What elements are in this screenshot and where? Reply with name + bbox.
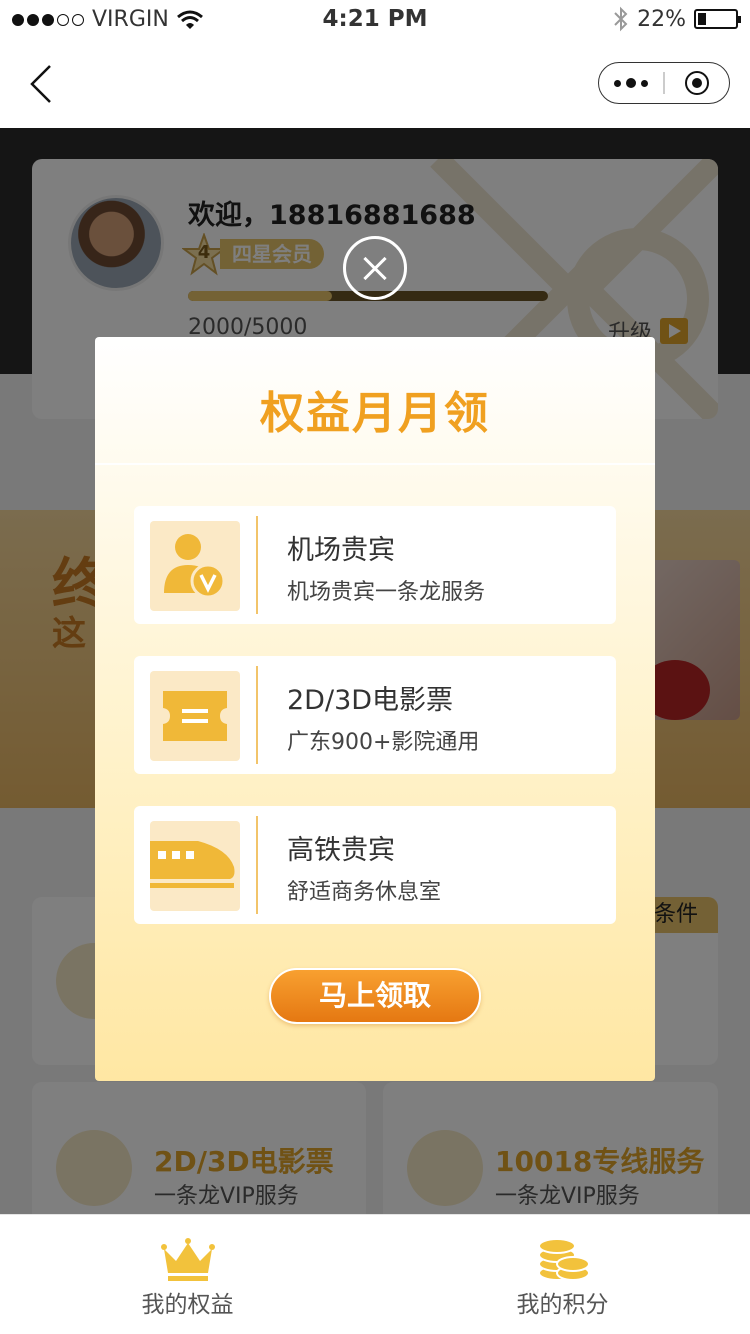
status-bar: VIRGIN 4:21 PM 22% — [0, 0, 750, 40]
benefit-item-train[interactable]: 高铁贵宾 舒适商务休息室 — [134, 806, 616, 924]
close-modal-button[interactable] — [343, 236, 407, 300]
bluetooth-icon — [614, 6, 628, 32]
ticket-icon — [163, 691, 227, 741]
benefit-title: 2D/3D电影票 — [287, 685, 454, 716]
benefit-item-airport[interactable]: 机场贵宾 机场贵宾一条龙服务 — [134, 506, 616, 624]
vip-person-icon — [164, 534, 226, 599]
more-dot — [614, 79, 622, 87]
train-icon — [150, 841, 235, 888]
benefit-description: 广东900+影院通用 — [287, 730, 480, 755]
benefit-icon-box — [150, 671, 240, 761]
more-menu-button[interactable] — [599, 63, 663, 103]
bottom-tab-bar: 我的权益 我的积分 — [0, 1214, 750, 1334]
modal-title: 权益月月领 — [260, 388, 490, 439]
mini-program-capsule — [598, 62, 730, 104]
benefit-icon-box — [150, 521, 240, 611]
status-right: 22% — [613, 6, 741, 32]
back-arrow-icon[interactable] — [24, 64, 64, 104]
tab-my-points[interactable]: 我的积分 — [375, 1215, 750, 1334]
close-mini-program-button[interactable] — [665, 63, 729, 103]
nav-bar — [0, 40, 750, 128]
benefit-description: 机场贵宾一条龙服务 — [287, 580, 486, 605]
more-dot — [641, 79, 649, 87]
benefit-separator — [256, 666, 258, 764]
tab-label: 我的权益 — [141, 1292, 234, 1318]
tab-label: 我的积分 — [516, 1292, 609, 1318]
modal-divider — [95, 463, 655, 465]
more-dot — [626, 78, 637, 88]
battery-level — [698, 13, 706, 25]
benefit-title: 机场贵宾 — [287, 535, 395, 566]
battery-percent: 22% — [637, 6, 686, 32]
tab-my-benefits[interactable]: 我的权益 — [0, 1215, 375, 1334]
claim-now-button[interactable]: 马上领取 — [269, 968, 481, 1024]
benefit-title: 高铁贵宾 — [287, 835, 395, 866]
benefit-description: 舒适商务休息室 — [287, 880, 442, 905]
benefits-modal: 权益月月领 机场贵宾 机场贵宾一条龙服务 2D/3D电影票 广东900+影院通用 — [95, 337, 655, 1081]
crown-icon — [160, 1238, 215, 1281]
benefit-separator — [256, 516, 258, 614]
target-icon — [684, 71, 709, 95]
benefit-icon-box — [150, 821, 240, 911]
coins-icon — [537, 1238, 590, 1281]
battery-icon — [694, 9, 741, 29]
benefit-item-movie[interactable]: 2D/3D电影票 广东900+影院通用 — [134, 656, 616, 774]
benefit-separator — [256, 816, 258, 914]
